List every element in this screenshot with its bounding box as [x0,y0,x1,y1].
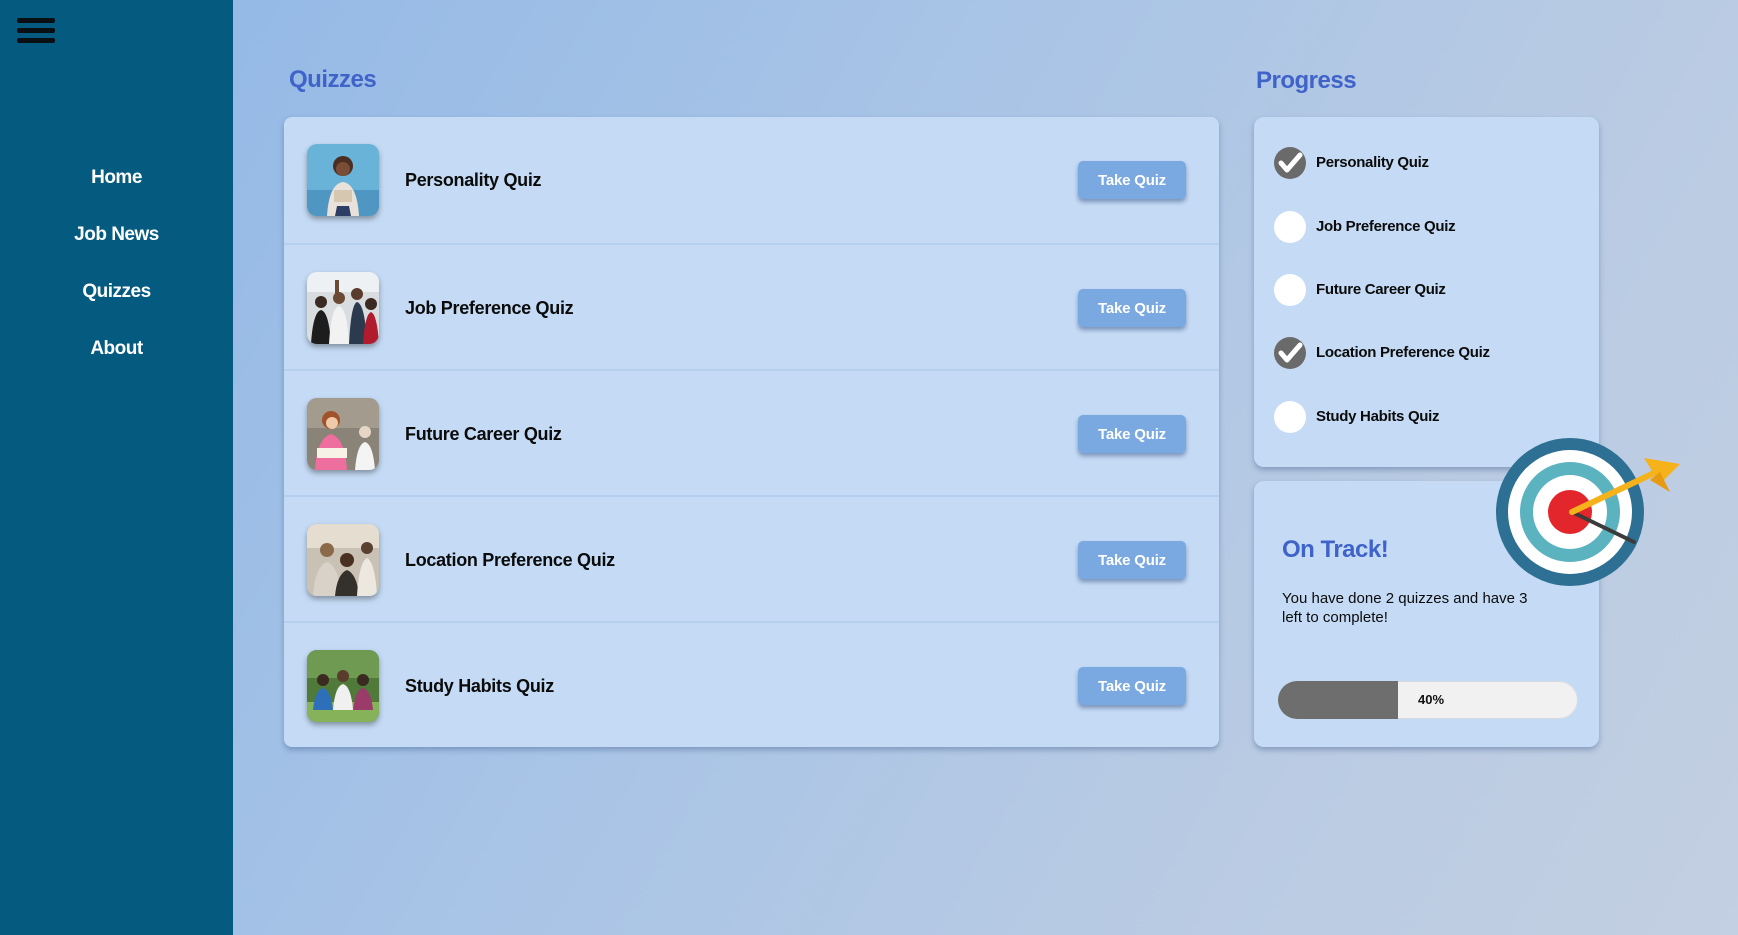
progress-item-label: Job Preference Quiz [1316,218,1456,235]
progress-title: Progress [1256,67,1357,94]
quiz-name: Job Preference Quiz [405,298,574,318]
take-quiz-button-future-career[interactable]: Take Quiz [1078,415,1186,453]
progress-item-label: Future Career Quiz [1316,281,1446,298]
status-title: On Track! [1282,536,1389,563]
quiz-thumbnail-location-preference [307,524,379,596]
quiz-list-panel: Personality Quiz Take Quiz Job Preferenc… [284,117,1219,747]
sidebar: Home Job News Quizzes About [0,0,233,935]
take-quiz-button-job-preference[interactable]: Take Quiz [1078,289,1186,327]
quiz-name: Study Habits Quiz [405,676,554,696]
progress-bar-fill [1278,681,1398,719]
progress-item: Job Preference Quiz [1274,209,1594,245]
progress-item: Future Career Quiz [1274,272,1594,308]
quiz-row: Study Habits Quiz Take Quiz [284,621,1219,747]
take-quiz-button-location-preference[interactable]: Take Quiz [1078,541,1186,579]
progress-item: Location Preference Quiz [1274,335,1594,371]
progress-item-label: Study Habits Quiz [1316,408,1440,425]
quiz-thumbnail-study-habits [307,650,379,722]
quiz-name: Future Career Quiz [405,424,562,444]
progress-item: Personality Quiz [1274,145,1594,181]
incomplete-circle-icon [1274,274,1306,306]
nav-item-quizzes[interactable]: Quizzes [0,277,233,334]
target-arrow-icon [1492,434,1682,590]
progress-item-label: Location Preference Quiz [1316,344,1490,361]
nav-item-job-news[interactable]: Job News [0,220,233,277]
quiz-name: Location Preference Quiz [405,550,615,570]
progress-bar: 40% [1278,681,1578,719]
take-quiz-button-personality[interactable]: Take Quiz [1078,161,1186,199]
progress-panel: Personality Quiz Job Preference Quiz Fut… [1254,117,1599,467]
nav-item-about[interactable]: About [0,334,233,391]
completed-check-icon [1274,337,1306,369]
quiz-thumbnail-future-career [307,398,379,470]
incomplete-circle-icon [1274,211,1306,243]
take-quiz-button-study-habits[interactable]: Take Quiz [1078,667,1186,705]
quiz-row: Future Career Quiz Take Quiz [284,369,1219,495]
incomplete-circle-icon [1274,401,1306,433]
status-message: You have done 2 quizzes and have 3 left … [1282,590,1528,626]
quiz-name: Personality Quiz [405,170,542,190]
progress-bar-label: 40% [1418,692,1445,707]
completed-check-icon [1274,147,1306,179]
nav-item-home[interactable]: Home [0,163,233,220]
quiz-row: Location Preference Quiz Take Quiz [284,495,1219,621]
hamburger-menu-icon[interactable] [17,16,55,46]
quiz-row: Personality Quiz Take Quiz [284,117,1219,243]
quiz-row: Job Preference Quiz Take Quiz [284,243,1219,369]
sidebar-nav: Home Job News Quizzes About [0,163,233,391]
quiz-thumbnail-personality [307,144,379,216]
quiz-thumbnail-job-preference [307,272,379,344]
progress-item: Study Habits Quiz [1274,399,1594,435]
quizzes-title: Quizzes [289,66,377,93]
progress-item-label: Personality Quiz [1316,154,1429,171]
